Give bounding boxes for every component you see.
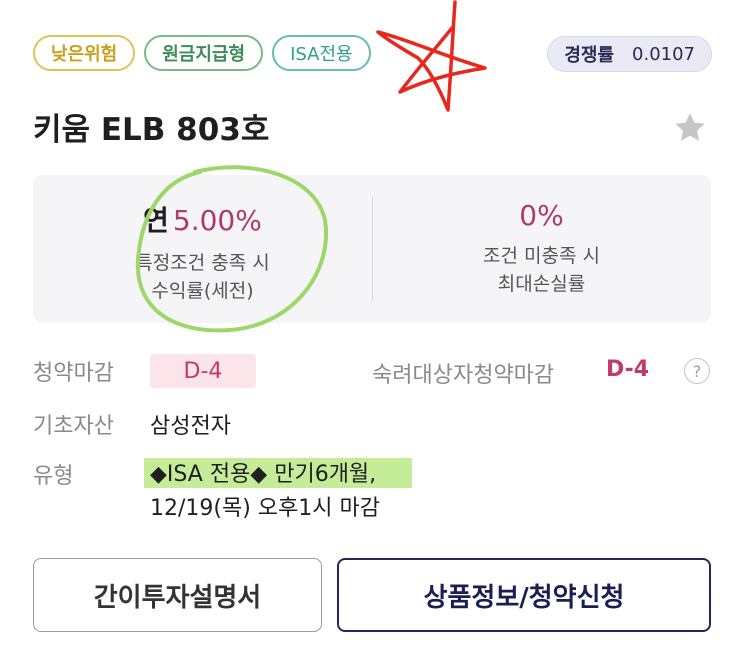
product-type-line2: 12/19(목) 오후1시 마감 <box>150 496 380 521</box>
max-loss-column: 0% 조건 미충족 시 최대손실률 <box>372 175 711 323</box>
expected-return-column: 연 5.00% 특정조건 충족 시 수익률(세전) <box>33 175 372 323</box>
product-type-line1: ◆ISA 전용◆ 만기6개월, <box>150 462 377 487</box>
subscription-deadline-label: 청약마감 <box>33 361 114 386</box>
expected-return-rate: 5.00% <box>172 204 262 237</box>
expected-return-desc-line2: 수익률(세전) <box>151 280 254 302</box>
max-loss-value: 0% <box>519 199 564 232</box>
mature-investor-deadline-label: 숙려대상자청약마감 <box>372 363 555 388</box>
product-title: 키움 ELB 803호 <box>33 112 270 148</box>
competition-value: 0.0107 <box>632 43 695 65</box>
product-info-apply-button[interactable]: 상품정보/청약신청 <box>337 558 711 632</box>
annual-prefix: 연 <box>143 204 169 237</box>
expected-return-desc: 특정조건 충족 시 수익률(세전) <box>33 249 372 305</box>
max-loss-desc-line2: 최대손실률 <box>497 273 586 295</box>
rate-summary-box: 연 5.00% 특정조건 충족 시 수익률(세전) 0% 조건 미충족 시 최대손… <box>33 175 711 323</box>
favorite-star-icon[interactable] <box>671 110 709 146</box>
underlying-asset-value: 삼성전자 <box>150 414 231 439</box>
summary-prospectus-button[interactable]: 간이투자설명서 <box>33 558 322 632</box>
expected-return-value: 연 5.00% <box>33 199 372 239</box>
competition-label: 경쟁률 <box>564 45 615 66</box>
isa-tag: ISA전용 <box>272 35 371 71</box>
product-type-label: 유형 <box>33 464 74 489</box>
expected-return-desc-line1: 특정조건 충족 시 <box>135 252 270 274</box>
underlying-asset-label: 기초자산 <box>33 414 114 439</box>
max-loss-desc: 조건 미충족 시 최대손실률 <box>372 242 711 298</box>
risk-tag: 낮은위험 <box>33 35 136 71</box>
hand-drawn-star-annotation <box>376 0 487 112</box>
mature-investor-deadline-value: D-4 <box>606 357 650 382</box>
competition-rate-badge: 경쟁률 0.0107 <box>547 36 712 72</box>
principal-tag: 원금지급형 <box>144 35 264 71</box>
subscription-deadline-badge: D-4 <box>150 354 256 388</box>
help-icon[interactable]: ? <box>684 358 710 384</box>
product-tags: 낮은위험 원금지급형 ISA전용 <box>33 35 371 71</box>
max-loss-desc-line1: 조건 미충족 시 <box>483 245 600 267</box>
product-type-value: ◆ISA 전용◆ 만기6개월, 12/19(목) 오후1시 마감 <box>150 458 380 526</box>
